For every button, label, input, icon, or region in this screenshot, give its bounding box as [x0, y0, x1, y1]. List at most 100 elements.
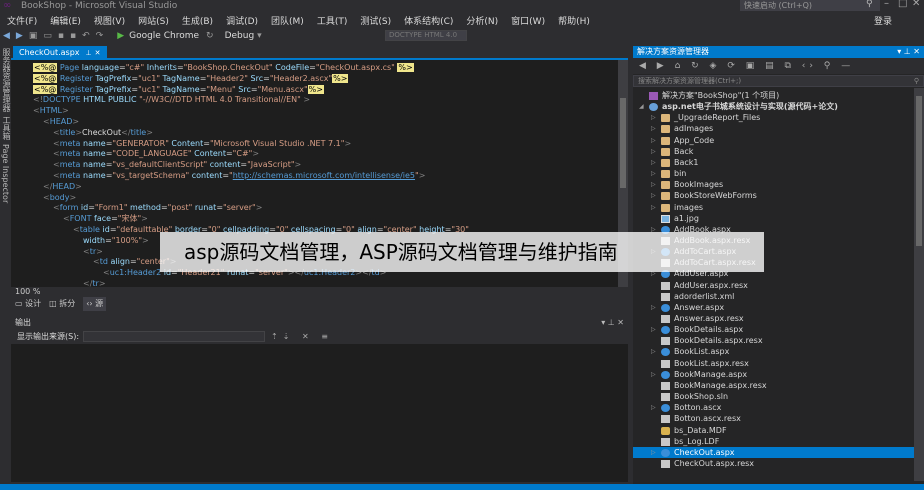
code-line[interactable]: <%@ Register TagPrefix="uc1" TagName="He… — [33, 73, 349, 84]
expand-arrow-icon[interactable]: ▷ — [651, 302, 656, 313]
code-line[interactable]: </HEAD> — [43, 181, 82, 192]
expand-arrow-icon[interactable]: ▷ — [651, 190, 656, 201]
menu-debug[interactable]: 调试(D) — [219, 14, 264, 27]
view-split-button[interactable]: ◫ 拆分 — [49, 297, 75, 311]
tree-item[interactable]: ▷ Botton.ascx — [633, 402, 914, 413]
redo-icon[interactable]: ↷ — [93, 31, 107, 41]
tree-item[interactable]: ▷ BookManage.aspx — [633, 369, 914, 380]
expand-arrow-icon[interactable]: ◢ — [639, 101, 644, 112]
code-line[interactable]: <meta name="vs_targetSchema" content="ht… — [53, 170, 425, 181]
menu-file[interactable]: 文件(F) — [0, 14, 43, 27]
open-icon[interactable]: ▭ — [40, 31, 55, 41]
save-all-icon[interactable]: ▪ — [67, 31, 79, 41]
tree-item[interactable]: a1.jpg — [633, 213, 914, 224]
tree-item[interactable]: BookList.aspx.resx — [633, 358, 914, 369]
code-line[interactable]: <meta name="CODE_LANGUAGE" Content="C#"> — [53, 148, 259, 159]
save-icon[interactable]: ▪ — [55, 31, 67, 41]
expand-arrow-icon[interactable]: ▷ — [651, 168, 656, 179]
tree-item[interactable]: ▷ adImages — [633, 123, 914, 134]
code-line[interactable]: <tr> — [83, 246, 103, 257]
tree-item[interactable]: ▷ bin — [633, 168, 914, 179]
tree-item[interactable]: ▷ Answer.aspx — [633, 302, 914, 313]
expand-arrow-icon[interactable]: ▷ — [651, 123, 656, 134]
menu-help[interactable]: 帮助(H) — [551, 14, 596, 27]
tree-item[interactable]: ▷ _UpgradeReport_Files — [633, 112, 914, 123]
solution-explorer-toolbar[interactable]: ◀ ▶ ⌂ ↻ ◈ ⟳ ▣ ▤ ⧉ ‹› ⚲ — — [633, 58, 924, 74]
start-debugging-icon[interactable]: ▶ — [114, 31, 127, 41]
tab-checkout-aspx[interactable]: CheckOut.aspx ⊥ ✕ — [13, 46, 107, 60]
panel-controls[interactable]: ▾ ⊥ ✕ — [897, 46, 920, 58]
expand-arrow-icon[interactable]: ▷ — [651, 202, 656, 213]
tree-scrollbar[interactable] — [914, 88, 924, 481]
zoom-level[interactable]: 100 % — [11, 287, 40, 296]
menu-tools[interactable]: 工具(T) — [310, 14, 354, 27]
tree-item[interactable]: bs_Data.MDF — [633, 425, 914, 436]
code-line[interactable]: <!DOCTYPE HTML PUBLIC "-//W3C//DTD HTML … — [33, 94, 310, 105]
code-line[interactable]: </tr> — [83, 278, 106, 287]
view-design-button[interactable]: ▭ 设计 — [15, 297, 41, 311]
expand-arrow-icon[interactable]: ▷ — [651, 157, 656, 168]
expand-arrow-icon[interactable]: ▷ — [651, 346, 656, 357]
expand-arrow-icon[interactable]: ▷ — [651, 447, 656, 458]
tree-item[interactable]: ▷ CheckOut.aspx — [633, 446, 914, 458]
tree-item[interactable]: ▷ Back1 — [633, 157, 914, 168]
tree-item[interactable]: ▷ images — [633, 202, 914, 213]
pin-icon[interactable]: ⊥ — [86, 49, 92, 57]
menu-edit[interactable]: 编辑(E) — [43, 14, 87, 27]
minimize-icon[interactable]: – — [884, 0, 889, 9]
tree-item[interactable]: adorderlist.xml — [633, 291, 914, 302]
menu-team[interactable]: 团队(M) — [264, 14, 310, 27]
panel-controls[interactable]: ▾ ⊥ ✕ — [601, 317, 624, 328]
menu-window[interactable]: 窗口(W) — [504, 14, 551, 27]
tree-item[interactable]: BookManage.aspx.resx — [633, 380, 914, 391]
tree-item[interactable]: ◢ asp.net电子书城系统设计与实现(源代码+论文) — [633, 101, 914, 112]
tree-item[interactable]: ▷ Back — [633, 146, 914, 157]
expand-arrow-icon[interactable]: ▷ — [651, 369, 656, 380]
find-combo[interactable]: DOCTYPE HTML 4.0 — [385, 30, 467, 41]
code-line[interactable]: <FONT face="宋体"> — [63, 213, 148, 224]
dropdown-chevron-icon[interactable]: ▾ — [254, 31, 265, 41]
expand-arrow-icon[interactable]: ▷ — [651, 135, 656, 146]
page-inspector-tab[interactable]: Page Inspector — [1, 144, 10, 203]
tree-item[interactable]: ▷ App_Code — [633, 135, 914, 146]
tree-item[interactable]: Answer.aspx.resx — [633, 313, 914, 324]
view-source-button[interactable]: ‹› 源 — [83, 297, 107, 311]
login-link[interactable]: 登录 — [874, 14, 892, 27]
tab-close-icon[interactable]: ✕ — [95, 49, 101, 57]
quick-launch-input[interactable]: 快速启动 (Ctrl+Q) — [740, 0, 880, 11]
menu-website[interactable]: 网站(S) — [131, 14, 175, 27]
solution-search-input[interactable]: 搜索解决方案资源管理器(Ctrl+;) ⚲ — [633, 75, 924, 87]
tree-item[interactable]: CheckOut.aspx.resx — [633, 458, 914, 469]
output-source-dropdown[interactable] — [83, 330, 266, 342]
tree-item[interactable]: BookDetails.aspx.resx — [633, 335, 914, 346]
code-line[interactable]: width="100%"> — [83, 235, 149, 246]
tree-item[interactable]: ▷ BookDetails.aspx — [633, 324, 914, 335]
code-line[interactable]: <form id="Form1" method="post" runat="se… — [53, 202, 262, 213]
forward-icon[interactable]: ▶ — [13, 31, 26, 41]
maximize-icon[interactable]: □ — [898, 0, 907, 9]
code-line[interactable]: <title>CheckOut</title> — [53, 127, 153, 138]
configuration-selector[interactable]: Debug — [225, 31, 255, 41]
code-line[interactable]: <meta name="GENERATOR" Content="Microsof… — [53, 138, 351, 149]
expand-arrow-icon[interactable]: ▷ — [651, 146, 656, 157]
tree-item[interactable]: ▷ BookImages — [633, 179, 914, 190]
code-line[interactable]: <meta name="vs_defaultClientScript" cont… — [53, 159, 301, 170]
output-tool-icons[interactable]: ⇡⇣ ✕ ≡ — [271, 332, 333, 341]
back-icon[interactable]: ◀ — [0, 31, 13, 41]
tree-item[interactable]: AddUser.aspx.resx — [633, 280, 914, 291]
code-line[interactable]: <HEAD> — [43, 116, 79, 127]
new-project-icon[interactable]: ▣ — [26, 31, 41, 41]
undo-icon[interactable]: ↶ — [79, 31, 93, 41]
search-icon[interactable]: ⚲ — [914, 76, 919, 86]
tree-item[interactable]: ▷ BookList.aspx — [633, 346, 914, 357]
menu-architecture[interactable]: 体系结构(C) — [397, 14, 459, 27]
tree-item[interactable]: BookShop.sln — [633, 391, 914, 402]
search-icon[interactable]: ⚲ — [866, 0, 873, 9]
expand-arrow-icon[interactable]: ▷ — [651, 402, 656, 413]
browser-selector[interactable]: Google Chrome — [129, 31, 199, 41]
tree-item[interactable]: 解决方案"BookShop"(1 个项目) — [633, 90, 914, 101]
close-icon[interactable]: ✕ — [912, 0, 920, 9]
tree-item[interactable]: bs_Log.LDF — [633, 436, 914, 447]
refresh-icon[interactable]: ↻ — [203, 31, 217, 41]
tree-item[interactable]: ▷ BookStoreWebForms — [633, 190, 914, 201]
